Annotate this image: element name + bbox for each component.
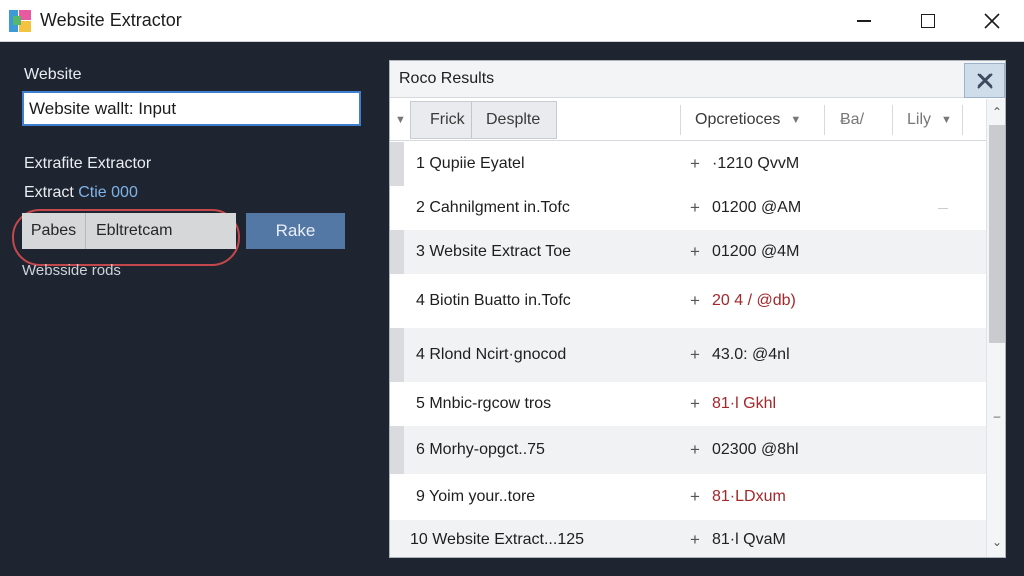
plus-icon[interactable]: + xyxy=(690,154,700,174)
row-name: 4 Biotin Buatto in.Tofc xyxy=(416,292,571,309)
segment-pages-button[interactable]: Pabes xyxy=(22,213,86,249)
table-row[interactable]: 1 Qupiie Eyatel + ·1210 QvvM xyxy=(390,142,986,186)
column-divider xyxy=(824,105,825,135)
table-row[interactable]: 3 Website Extract Toe + 01200 @4M xyxy=(390,230,986,274)
row-value: 01200 @AM xyxy=(712,199,802,216)
column-lily-label: Lily xyxy=(907,111,932,128)
plus-icon[interactable]: + xyxy=(690,242,700,262)
window-controls xyxy=(832,0,1024,42)
tab-desplte[interactable]: Desplte xyxy=(486,99,540,141)
plus-icon[interactable]: + xyxy=(690,530,700,550)
minimize-button[interactable] xyxy=(832,0,896,42)
row-name: 6 Morhy-opgct..75 xyxy=(416,441,545,458)
window-title: Website Extractor xyxy=(40,10,182,30)
row-value: 43.0: @4nl xyxy=(712,346,790,363)
scroll-down-icon[interactable]: ⌄ xyxy=(987,535,1005,549)
maximize-icon xyxy=(921,14,935,28)
website-url-input[interactable] xyxy=(22,91,361,126)
row-name: 5 Mnbic-rgcow tros xyxy=(416,395,552,412)
row-value: 81·LDxum xyxy=(712,488,786,505)
results-panel: Roco Results ▼ Frick Desplte Opcretioces… xyxy=(389,60,1006,558)
table-row[interactable]: 10 Website Extract...125 + 81·l QvaM xyxy=(390,520,986,557)
row-value: ·1210 QvvM xyxy=(712,155,800,172)
chevron-down-icon: ▼ xyxy=(941,114,952,126)
plus-icon[interactable]: + xyxy=(690,440,700,460)
table-row[interactable]: 9 Yoim your..tore + 81·LDxum xyxy=(390,474,986,520)
scrollbar-thumb[interactable] xyxy=(989,125,1005,343)
row-value: 20 4 / @db) xyxy=(712,292,796,309)
column-divider xyxy=(962,105,963,135)
column-opcretioces[interactable]: Opcretioces ▼ xyxy=(695,99,801,141)
extract-line: Extract Ctie 000 xyxy=(24,184,138,202)
row-name: 2 Cahnilgment in.Tofc xyxy=(416,199,570,216)
chevron-down-icon: ▼ xyxy=(790,114,802,126)
hint-text: Websside rods xyxy=(22,262,121,279)
close-icon xyxy=(984,13,1000,29)
row-value: 81·l Gkhl xyxy=(712,395,777,412)
plus-icon[interactable]: + xyxy=(690,198,700,218)
tab-divider xyxy=(471,102,472,138)
minimize-icon xyxy=(857,20,871,22)
plus-icon[interactable]: + xyxy=(690,291,700,311)
results-close-button[interactable] xyxy=(964,63,1005,98)
row-name: 1 Qupiie Eyatel xyxy=(416,155,525,172)
row-tick xyxy=(938,208,948,209)
maximize-button[interactable] xyxy=(896,0,960,42)
vertical-scrollbar[interactable]: ⌃ – ⌄ xyxy=(986,99,1005,557)
row-name: 10 Website Extract...125 xyxy=(410,531,585,548)
row-name: 4 Rlond Ncirt·gnocod xyxy=(416,346,567,363)
extract-code: Ctie 000 xyxy=(78,184,138,201)
close-icon xyxy=(976,72,993,89)
column-lily[interactable]: Lily ▼ xyxy=(907,99,952,141)
app-logo-icon xyxy=(9,9,31,32)
table-row[interactable]: 6 Morhy-opgct..75 + 02300 @8hl xyxy=(390,426,986,474)
results-title: Roco Results xyxy=(399,70,495,87)
extract-prefix: Extract xyxy=(24,184,74,201)
column-opcretioces-label: Opcretioces xyxy=(695,111,781,128)
extractor-section-label: Extrafite Extractor xyxy=(24,155,152,172)
row-value: 01200 @4M xyxy=(712,243,800,260)
row-name: 3 Website Extract Toe xyxy=(416,243,572,260)
row-value: 81·l QvaM xyxy=(712,531,786,548)
website-label: Website xyxy=(24,66,82,83)
table-row[interactable]: 4 Rlond Ncirt·gnocod + 43.0: @4nl xyxy=(390,328,986,382)
table-row[interactable]: 5 Mnbic-rgcow tros + 81·l Gkhl xyxy=(390,382,986,426)
row-value: 02300 @8hl xyxy=(712,441,799,458)
title-bar: Website Extractor xyxy=(0,0,1024,42)
row-name: 9 Yoim your..tore xyxy=(416,488,536,505)
table-row[interactable]: 4 Biotin Buatto in.Tofc + 20 4 / @db) xyxy=(390,274,986,328)
close-button[interactable] xyxy=(960,0,1024,42)
plus-icon[interactable]: + xyxy=(690,487,700,507)
table-row[interactable]: 2 Cahnilgment in.Tofc + 01200 @AM xyxy=(390,186,986,230)
column-header-bar: ▼ Frick Desplte Opcretioces ▼ Ƀa/ Lily ▼ xyxy=(390,99,1005,141)
plus-icon[interactable]: + xyxy=(690,345,700,365)
plus-icon[interactable]: + xyxy=(690,394,700,414)
scroll-up-icon[interactable]: ⌃ xyxy=(987,105,1005,119)
run-button[interactable]: Rake xyxy=(246,213,345,249)
tab-frick[interactable]: Frick xyxy=(430,99,465,141)
segment-extract-button[interactable]: Ebltretcam xyxy=(86,213,236,249)
results-header: Roco Results xyxy=(390,61,1005,98)
collapse-chevron-icon[interactable]: ▼ xyxy=(395,99,406,141)
scroll-mid-mark: – xyxy=(993,409,1001,423)
column-divider xyxy=(680,105,681,135)
column-ba[interactable]: Ƀa/ xyxy=(840,99,864,141)
column-divider xyxy=(892,105,893,135)
